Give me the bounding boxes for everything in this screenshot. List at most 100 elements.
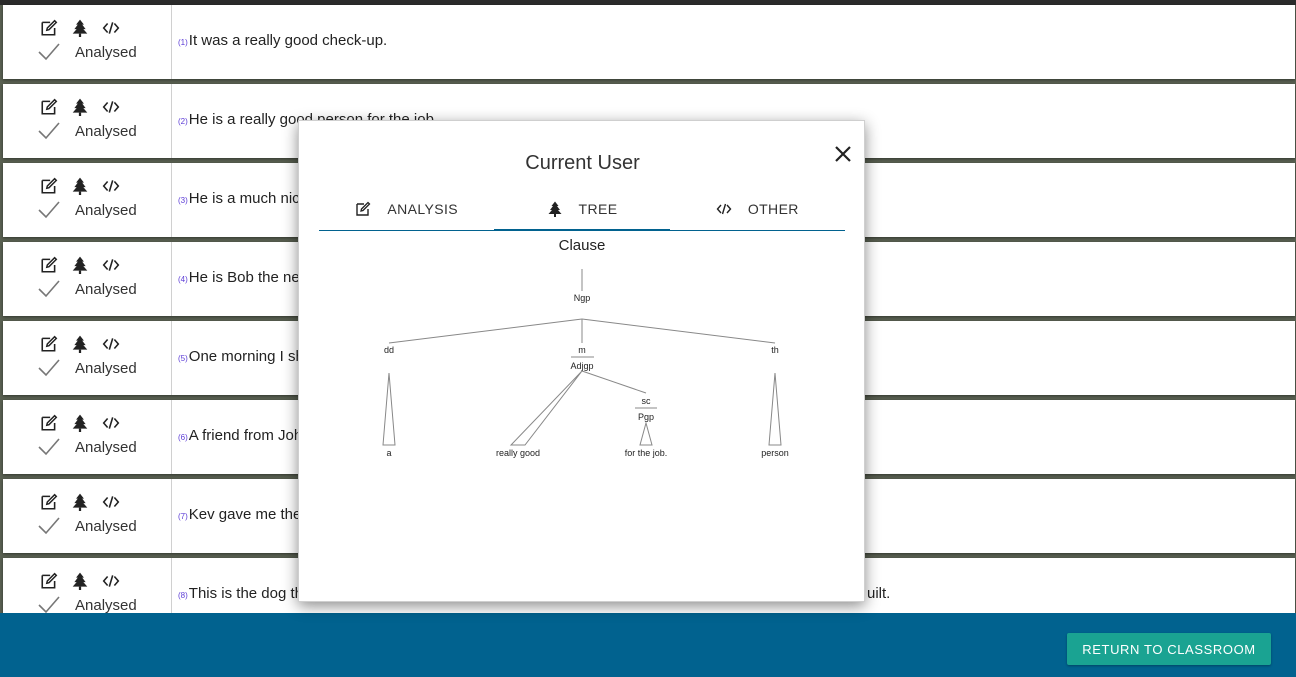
- status-label: Analysed: [75, 280, 137, 298]
- tree-triangle-for-the-job: [639, 421, 653, 446]
- edit-icon: [40, 98, 57, 115]
- tree-button[interactable]: [70, 256, 89, 274]
- code-icon: [102, 180, 119, 192]
- code-button[interactable]: [101, 493, 120, 511]
- edit-icon: [40, 572, 57, 589]
- tree-node-pgp: Pgp: [638, 412, 654, 422]
- check-icon: [38, 517, 60, 535]
- tree-icon: [72, 19, 87, 37]
- code-icon: [102, 259, 119, 271]
- tree-edge-th: [581, 318, 776, 344]
- tree-button[interactable]: [70, 19, 89, 37]
- sentence-text[interactable]: (1)It was a really good check-up.: [172, 5, 387, 79]
- code-button[interactable]: [101, 256, 120, 274]
- edit-button[interactable]: [39, 19, 58, 37]
- tree-triangle-person: [768, 372, 782, 446]
- tree-button[interactable]: [70, 572, 89, 590]
- tree-button[interactable]: [70, 414, 89, 432]
- tab-tree[interactable]: TREE: [494, 187, 670, 231]
- edit-icon: [40, 335, 57, 352]
- tree-icon: [548, 201, 562, 217]
- tree-triangle-really-good: [509, 370, 583, 446]
- row-status: Analysed: [37, 42, 137, 62]
- sentence-body: This is the dog th: [188, 585, 304, 602]
- row-action-icons: [39, 256, 120, 274]
- row-status: Analysed: [37, 200, 137, 220]
- sentence-body: Kev gave me the: [188, 506, 302, 523]
- status-label: Analysed: [75, 43, 137, 61]
- tree-leaf-really-good: really good: [496, 448, 540, 458]
- tree-node-ngp: Ngp: [574, 293, 591, 303]
- code-icon: [102, 496, 119, 508]
- row-status: Analysed: [37, 358, 137, 378]
- row-action-icons: [39, 335, 120, 353]
- edit-button[interactable]: [39, 335, 58, 353]
- tab-other-label: OTHER: [747, 200, 799, 217]
- tree-edge-dd: [388, 318, 583, 344]
- tree-icon: [72, 256, 87, 274]
- check-icon: [38, 201, 60, 219]
- edit-button[interactable]: [39, 98, 58, 116]
- tree-button[interactable]: [70, 493, 89, 511]
- status-label: Analysed: [75, 359, 137, 377]
- code-button[interactable]: [101, 98, 120, 116]
- modal-tabs: ANALYSIS TREE OTHER: [319, 187, 845, 231]
- code-button[interactable]: [101, 19, 120, 37]
- tree-icon: [72, 414, 87, 432]
- edit-icon: [40, 177, 57, 194]
- sentence-text[interactable]: (6)A friend from Joh: [172, 400, 302, 474]
- check-icon: [38, 280, 60, 298]
- tree-icon: [72, 98, 87, 116]
- sentence-tail: uilt.: [867, 585, 891, 602]
- sentence-number: (5): [178, 354, 188, 363]
- code-button[interactable]: [101, 414, 120, 432]
- edit-icon: [40, 256, 57, 273]
- row-controls: Analysed: [3, 400, 172, 474]
- tab-other[interactable]: OTHER: [670, 187, 845, 230]
- sentence-text[interactable]: (5)One morning I sh: [172, 321, 304, 395]
- tree-icon: [72, 335, 87, 353]
- syntax-tree-svg: Clause Ngp dd m Adjgp th sc Pgp a really…: [382, 237, 789, 458]
- code-icon: [102, 101, 119, 113]
- tree-button[interactable]: [70, 98, 89, 116]
- tree-button[interactable]: [70, 177, 89, 195]
- edit-button[interactable]: [39, 493, 58, 511]
- check-icon: [38, 43, 60, 61]
- edit-button[interactable]: [39, 256, 58, 274]
- bottom-bar: RETURN TO CLASSROOM: [0, 613, 1296, 677]
- edit-icon: [356, 201, 371, 216]
- sentence-text[interactable]: (4)He is Bob the ne: [172, 242, 300, 316]
- tab-analysis-label: ANALYSIS: [387, 200, 458, 217]
- check-icon: [38, 122, 60, 140]
- sentence-body: He is a much nic: [188, 190, 300, 207]
- row-action-icons: [39, 19, 120, 37]
- status-label: Analysed: [75, 517, 137, 535]
- sentence-text[interactable]: (7)Kev gave me the: [172, 479, 301, 553]
- code-icon: [102, 338, 119, 350]
- sentence-body: He is Bob the ne: [188, 269, 300, 286]
- tree-leaf-a: a: [386, 448, 391, 458]
- close-icon[interactable]: [833, 144, 853, 164]
- check-icon: [38, 438, 60, 456]
- code-button[interactable]: [101, 335, 120, 353]
- tree-node-sc: sc: [642, 396, 652, 406]
- tree-node-dd: dd: [384, 345, 394, 355]
- edit-button[interactable]: [39, 572, 58, 590]
- tree-icon: [72, 177, 87, 195]
- row-controls: Analysed: [3, 5, 172, 79]
- edit-button[interactable]: [39, 414, 58, 432]
- tree-leaf-person: person: [761, 448, 789, 458]
- tree-modal: Current User ANALYSIS TREE OTHER Clause …: [298, 120, 865, 602]
- tree-button[interactable]: [70, 335, 89, 353]
- sentence-body: One morning I sh: [188, 348, 304, 365]
- code-icon: [716, 203, 732, 214]
- row-action-icons: [39, 493, 120, 511]
- edit-button[interactable]: [39, 177, 58, 195]
- code-button[interactable]: [101, 572, 120, 590]
- code-button[interactable]: [101, 177, 120, 195]
- tab-analysis[interactable]: ANALYSIS: [319, 187, 494, 230]
- return-to-classroom-button[interactable]: RETURN TO CLASSROOM: [1067, 633, 1271, 665]
- status-label: Analysed: [75, 122, 137, 140]
- row-action-icons: [39, 414, 120, 432]
- sentence-text[interactable]: (3)He is a much nic: [172, 163, 300, 237]
